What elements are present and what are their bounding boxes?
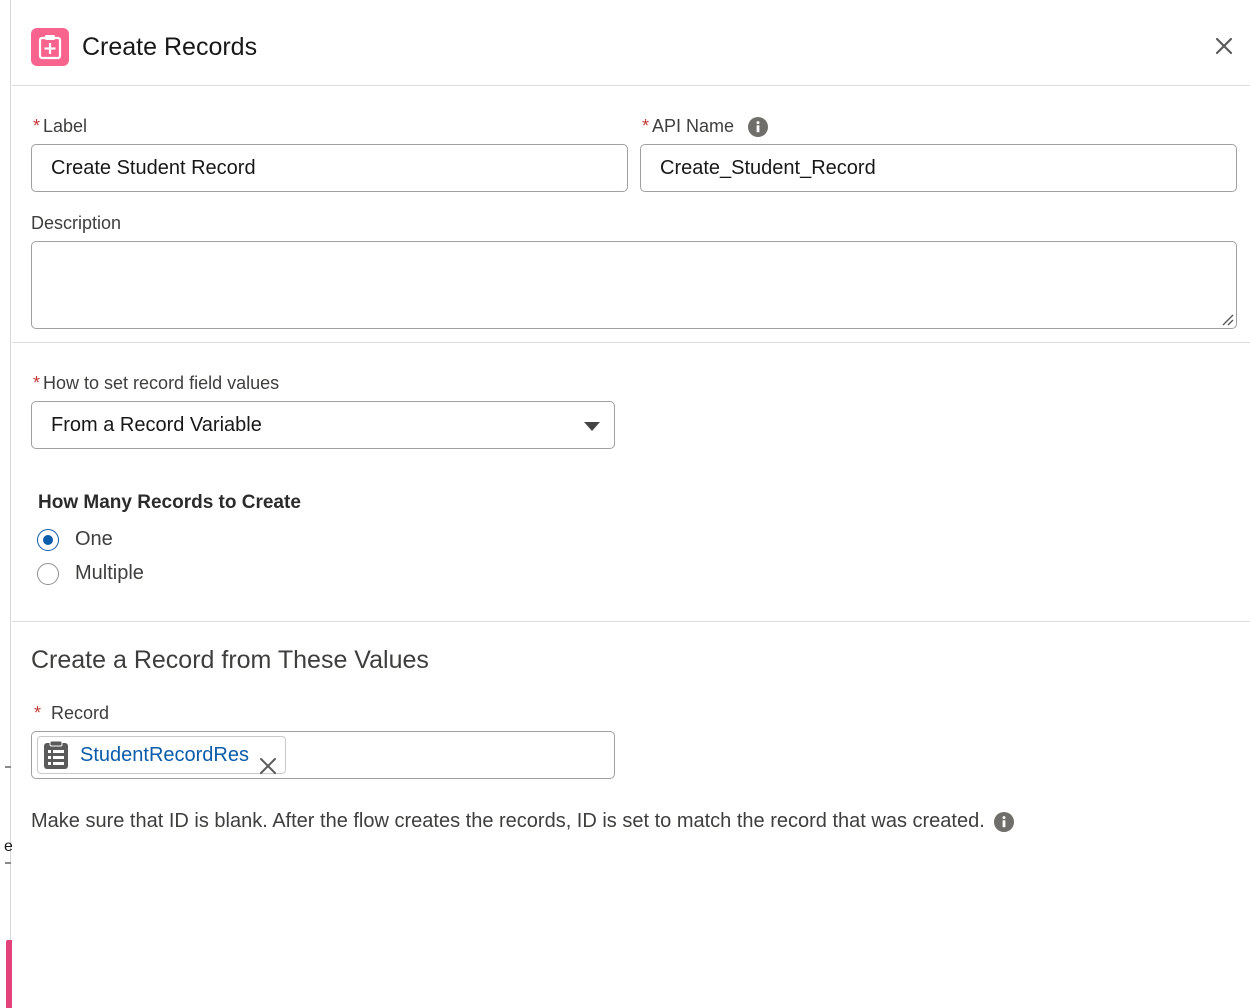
chevron-down-icon (584, 422, 600, 431)
help-text-content: Make sure that ID is blank. After the fl… (31, 810, 985, 832)
create-records-panel: Create Records * Label Create Student Re… (12, 0, 1250, 1008)
label-field-label: * Label (33, 116, 87, 137)
radio-button[interactable] (37, 562, 59, 585)
close-icon[interactable] (1212, 34, 1236, 58)
background-canvas: e (0, 0, 13, 1008)
close-icon[interactable] (259, 746, 277, 774)
resize-grip-icon[interactable] (1220, 312, 1234, 326)
field-values-label-text: How to set record field values (43, 373, 280, 393)
required-mark: * (33, 373, 41, 393)
label-input[interactable]: Create Student Record (31, 144, 628, 192)
record-field-text: Record (51, 703, 110, 723)
description-label-text: Description (31, 213, 122, 233)
record-pill-label: StudentRecordRes (80, 744, 249, 766)
label-field-text: Label (43, 116, 88, 136)
field-values-selected: From a Record Variable (51, 414, 262, 436)
panel-title: Create Records (82, 33, 258, 61)
panel-edge (10, 0, 11, 1008)
create-records-icon (31, 28, 69, 66)
record-field-label: * Record (34, 703, 109, 724)
how-many-heading: How Many Records to Create (38, 492, 301, 513)
description-textarea[interactable] (31, 241, 1237, 329)
info-icon[interactable] (748, 116, 769, 137)
section-divider (12, 342, 1250, 343)
record-pill: StudentRecordRes (37, 736, 286, 774)
radio-option-one[interactable]: One (37, 528, 113, 551)
radio-button-checked[interactable] (37, 528, 59, 551)
panel-header: Create Records (12, 0, 1250, 86)
help-text: Make sure that ID is blank. After the fl… (31, 810, 1014, 833)
description-label: Description (31, 213, 121, 234)
info-icon[interactable] (993, 811, 1014, 832)
canvas-connector-tick (5, 862, 11, 864)
field-values-select[interactable]: From a Record Variable (31, 401, 615, 449)
radio-label: One (75, 528, 113, 550)
api-name-field-text: API Name (652, 116, 735, 136)
radio-option-multiple[interactable]: Multiple (37, 562, 144, 585)
canvas-connector-tick (5, 766, 11, 768)
api-name-input[interactable]: Create_Student_Record (640, 144, 1237, 192)
required-mark: * (642, 116, 650, 136)
record-lookup-input[interactable]: StudentRecordRes (31, 731, 615, 779)
field-values-label: * How to set record field values (33, 373, 279, 394)
record-section-title: Create a Record from These Values (31, 646, 429, 674)
section-divider (12, 621, 1250, 622)
required-mark: * (33, 116, 41, 136)
radio-label: Multiple (75, 562, 144, 584)
required-mark: * (34, 703, 42, 723)
record-variable-icon (42, 740, 70, 770)
api-name-field-label: * API Name (642, 116, 769, 137)
